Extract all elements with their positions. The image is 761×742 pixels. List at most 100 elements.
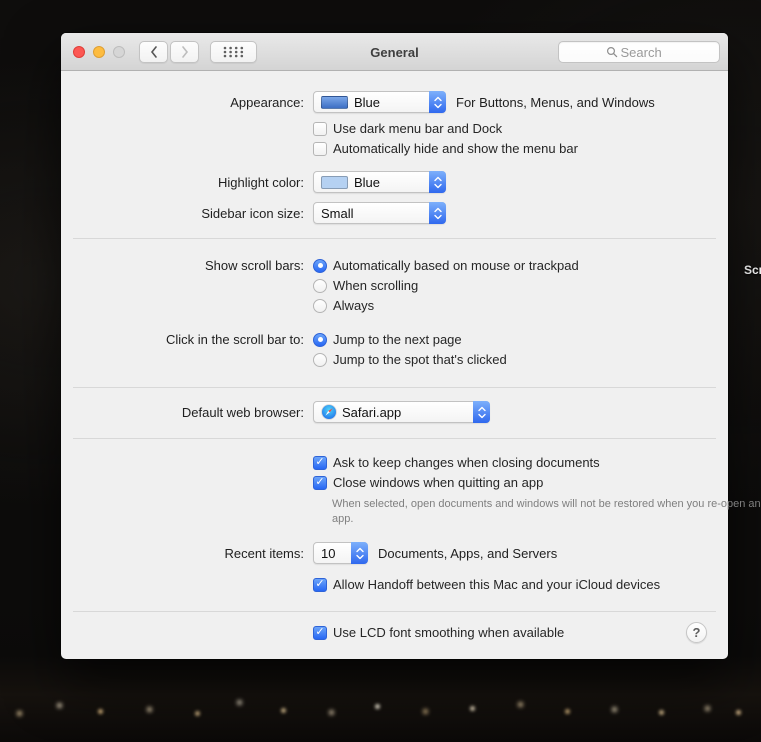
sidebar-size-label: Sidebar icon size: xyxy=(201,205,304,221)
sidebar-size-popup[interactable]: Small xyxy=(313,202,446,224)
section-divider xyxy=(73,438,716,439)
recent-items-popup[interactable]: 10 xyxy=(313,542,368,564)
help-button[interactable]: ? xyxy=(686,622,707,643)
checkbox-box xyxy=(313,625,327,640)
popup-stepper-icon xyxy=(473,401,490,423)
close-windows-row: Close windows when quitting an app xyxy=(61,475,728,490)
ask-keep-changes-row: Ask to keep changes when closing documen… xyxy=(61,455,728,470)
sidebar-size-row: Sidebar icon size: Small xyxy=(61,202,728,224)
show-all-button[interactable] xyxy=(210,41,257,63)
scrollbars-row-1: Show scroll bars: Automatically based on… xyxy=(61,258,728,273)
sidebar-size-value: Small xyxy=(321,205,354,221)
close-windows-checkbox[interactable]: Close windows when quitting an app xyxy=(313,475,543,490)
popup-stepper-icon xyxy=(429,202,446,224)
scrollbars-option-label: Automatically based on mouse or trackpad xyxy=(333,258,579,273)
highlight-label: Highlight color: xyxy=(218,174,304,190)
highlight-popup[interactable]: Blue xyxy=(313,171,446,193)
browser-popup[interactable]: Safari.app xyxy=(313,401,490,423)
recent-items-label: Recent items: xyxy=(224,545,304,561)
recent-items-value: 10 xyxy=(321,545,336,561)
recent-items-hint: Documents, Apps, and Servers xyxy=(378,545,558,561)
search-icon xyxy=(606,46,617,58)
browser-row: Default web browser: Safari.app xyxy=(61,401,728,423)
scrollbars-radio-always[interactable]: Always xyxy=(313,298,374,313)
section-divider xyxy=(73,611,716,612)
titlebar: General xyxy=(61,33,728,71)
appearance-label: Appearance: xyxy=(230,94,304,110)
browser-label: Default web browser: xyxy=(181,404,304,420)
city-lights xyxy=(0,706,3,709)
radio-button xyxy=(313,352,327,367)
popup-stepper-icon xyxy=(351,542,368,564)
highlight-color-swatch xyxy=(321,175,348,189)
appearance-color-swatch xyxy=(321,95,348,109)
scrollbars-radio-auto[interactable]: Automatically based on mouse or trackpad xyxy=(313,258,579,273)
scrollclick-radio-next-page[interactable]: Jump to the next page xyxy=(313,332,462,347)
search-input[interactable] xyxy=(620,44,673,60)
autohide-menubar-checkbox[interactable]: Automatically hide and show the menu bar xyxy=(313,141,578,156)
back-button[interactable] xyxy=(139,41,168,63)
lcd-smoothing-label: Use LCD font smoothing when available xyxy=(333,625,565,640)
scrollclick-row-1: Click in the scroll bar to: Jump to the … xyxy=(61,332,728,347)
section-divider xyxy=(73,238,716,239)
system-preferences-window: General Appearance: Blue For Buttons, Me… xyxy=(61,33,761,659)
grid-icon xyxy=(223,46,244,58)
ask-keep-changes-label: Ask to keep changes when closing documen… xyxy=(333,455,600,470)
scrollbars-option-label: When scrolling xyxy=(333,278,419,293)
scrollclick-label: Click in the scroll bar to: xyxy=(166,332,304,347)
scrollbars-row-2: When scrolling xyxy=(61,278,728,293)
popup-stepper-icon xyxy=(429,91,446,113)
desktop-ground xyxy=(0,656,761,742)
section-divider xyxy=(73,387,716,388)
close-button[interactable] xyxy=(73,46,85,58)
handoff-checkbox[interactable]: Allow Handoff between this Mac and your … xyxy=(313,577,660,592)
popup-stepper-icon xyxy=(429,171,446,193)
checkbox-box xyxy=(313,121,327,136)
appearance-popup[interactable]: Blue xyxy=(313,91,446,113)
dark-menu-row: Use dark menu bar and Dock xyxy=(61,121,728,136)
radio-button xyxy=(313,332,327,347)
lcd-smoothing-row: Use LCD font smoothing when available xyxy=(61,625,728,640)
forward-button[interactable] xyxy=(170,41,199,63)
checkbox-box xyxy=(313,141,327,156)
autohide-row: Automatically hide and show the menu bar xyxy=(61,141,728,156)
checkbox-box xyxy=(313,475,327,490)
general-pane: Appearance: Blue For Buttons, Menus, and… xyxy=(61,71,761,658)
scrollbars-label: Show scroll bars: xyxy=(205,258,304,273)
chevron-right-icon xyxy=(181,46,188,58)
safari-icon xyxy=(321,404,337,420)
ask-keep-changes-checkbox[interactable]: Ask to keep changes when closing documen… xyxy=(313,455,600,470)
checkbox-box xyxy=(313,455,327,470)
lcd-smoothing-checkbox[interactable]: Use LCD font smoothing when available xyxy=(313,625,564,640)
autohide-label: Automatically hide and show the menu bar xyxy=(333,141,578,156)
appearance-row: Appearance: Blue For Buttons, Menus, and… xyxy=(61,91,728,113)
highlight-row: Highlight color: Blue xyxy=(61,171,728,193)
desktop-item-label: Scr xyxy=(744,263,761,277)
documents-note: When selected, open documents and window… xyxy=(332,498,761,526)
appearance-value: Blue xyxy=(354,94,381,110)
scrollclick-row-2: Jump to the spot that's clicked xyxy=(61,352,728,367)
scrollclick-option-label: Jump to the next page xyxy=(333,332,462,347)
zoom-button[interactable] xyxy=(113,46,125,58)
minimize-button[interactable] xyxy=(93,46,105,58)
radio-button xyxy=(313,298,327,313)
checkbox-box xyxy=(313,577,327,592)
search-field[interactable] xyxy=(558,41,720,63)
scrollclick-option-label: Jump to the spot that's clicked xyxy=(333,352,507,367)
scrollbars-radio-when-scrolling[interactable]: When scrolling xyxy=(313,278,418,293)
chevron-left-icon xyxy=(150,46,157,58)
browser-value: Safari.app xyxy=(342,404,402,420)
handoff-label: Allow Handoff between this Mac and your … xyxy=(333,577,661,592)
scrollclick-radio-spot-clicked[interactable]: Jump to the spot that's clicked xyxy=(313,352,507,367)
dark-menu-checkbox[interactable]: Use dark menu bar and Dock xyxy=(313,121,502,136)
scrollbars-option-label: Always xyxy=(333,298,375,313)
nav-buttons xyxy=(139,41,199,63)
highlight-value: Blue xyxy=(354,174,381,190)
dark-menu-label: Use dark menu bar and Dock xyxy=(333,121,503,136)
radio-button xyxy=(313,258,327,273)
radio-button xyxy=(313,278,327,293)
appearance-hint: For Buttons, Menus, and Windows xyxy=(456,94,655,110)
close-windows-label: Close windows when quitting an app xyxy=(333,475,544,490)
handoff-row: Allow Handoff between this Mac and your … xyxy=(61,577,728,592)
recent-items-row: Recent items: 10 Documents, Apps, and Se… xyxy=(61,542,728,564)
